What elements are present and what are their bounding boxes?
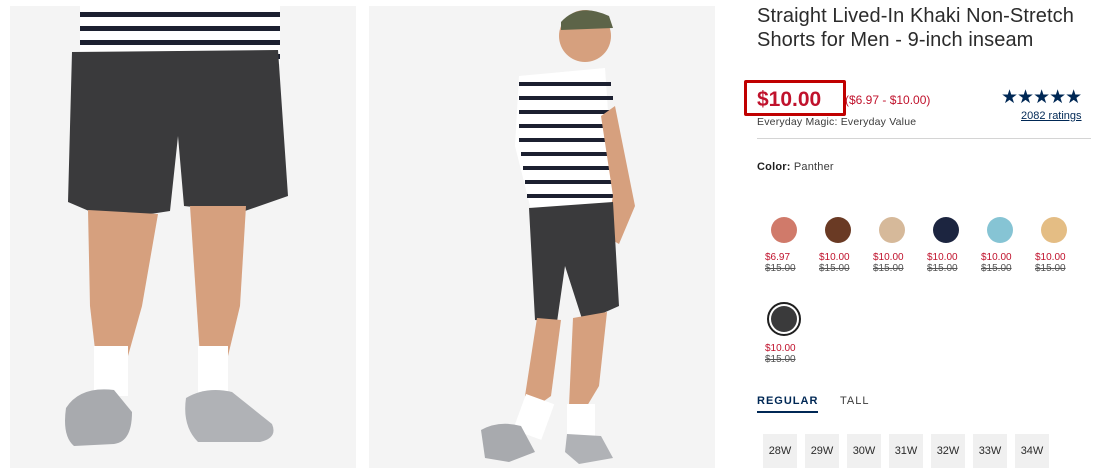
product-image-back[interactable] bbox=[369, 6, 715, 468]
color-label-key: Color: bbox=[757, 161, 791, 173]
color-value: Panther bbox=[793, 161, 834, 173]
swatch-original-price: $15.00 bbox=[1035, 263, 1066, 274]
swatch-original-price: $15.00 bbox=[873, 263, 904, 274]
swatch-sale-price: $10.00 bbox=[873, 252, 904, 263]
tab-tall[interactable]: TALL bbox=[840, 395, 869, 407]
swatch-5[interactable]: $10.00 $15.00 bbox=[973, 217, 1027, 274]
swatch-original-price: $15.00 bbox=[927, 263, 958, 274]
size-button[interactable]: 34W bbox=[1015, 434, 1049, 468]
swatch-4[interactable]: $10.00 $15.00 bbox=[919, 217, 973, 274]
ratings-link[interactable]: 2082 ratings bbox=[1021, 110, 1082, 122]
tab-regular[interactable]: REGULAR bbox=[757, 395, 819, 413]
swatch-sale-price: $10.00 bbox=[927, 252, 958, 263]
size-button[interactable]: 32W bbox=[931, 434, 965, 468]
current-price: $10.00 bbox=[757, 88, 822, 111]
swatch-original-price: $15.00 bbox=[765, 263, 796, 274]
swatch-1[interactable]: $6.97 $15.00 bbox=[757, 217, 811, 274]
swatch-original-price: $15.00 bbox=[981, 263, 1012, 274]
swatch-sale-price: $10.00 bbox=[1035, 252, 1066, 263]
swatch-color-dot[interactable] bbox=[987, 217, 1013, 243]
size-button[interactable]: 31W bbox=[889, 434, 923, 468]
size-button[interactable]: 33W bbox=[973, 434, 1007, 468]
swatch-sale-price: $10.00 bbox=[981, 252, 1012, 263]
swatch-original-price: $15.00 bbox=[819, 263, 850, 274]
selected-ring[interactable] bbox=[767, 302, 801, 336]
swatch-color-dot[interactable] bbox=[879, 217, 905, 243]
swatch-6[interactable]: $10.00 $15.00 bbox=[1027, 217, 1081, 274]
swatch-sale-price: $10.00 bbox=[765, 343, 796, 354]
product-image-front[interactable] bbox=[10, 6, 356, 468]
price-note: Everyday Magic: Everyday Value bbox=[757, 116, 917, 128]
product-title: Straight Lived-In Khaki Non-Stretch Shor… bbox=[757, 5, 1074, 51]
price-range: ($6.97 - $10.00) bbox=[845, 93, 931, 107]
swatch-color-dot[interactable] bbox=[1041, 217, 1067, 243]
swatch-3[interactable]: $10.00 $15.00 bbox=[865, 217, 919, 274]
color-label: Color: Panther bbox=[757, 161, 834, 173]
star-rating-icon: ★★★★★ bbox=[1001, 87, 1082, 108]
swatch-color-dot[interactable] bbox=[825, 217, 851, 243]
divider bbox=[757, 138, 1091, 139]
swatch-color-dot[interactable] bbox=[771, 217, 797, 243]
size-button[interactable]: 29W bbox=[805, 434, 839, 468]
swatch-7-selected[interactable]: $10.00 $15.00 bbox=[757, 302, 811, 365]
size-button[interactable]: 30W bbox=[847, 434, 881, 468]
swatch-color-dot[interactable] bbox=[933, 217, 959, 243]
size-button[interactable]: 28W bbox=[763, 434, 797, 468]
swatch-2[interactable]: $10.00 $15.00 bbox=[811, 217, 865, 274]
swatch-color-dot[interactable] bbox=[771, 306, 797, 332]
swatch-original-price: $15.00 bbox=[765, 354, 796, 365]
swatch-sale-price: $10.00 bbox=[819, 252, 850, 263]
swatch-sale-price: $6.97 bbox=[765, 252, 791, 263]
